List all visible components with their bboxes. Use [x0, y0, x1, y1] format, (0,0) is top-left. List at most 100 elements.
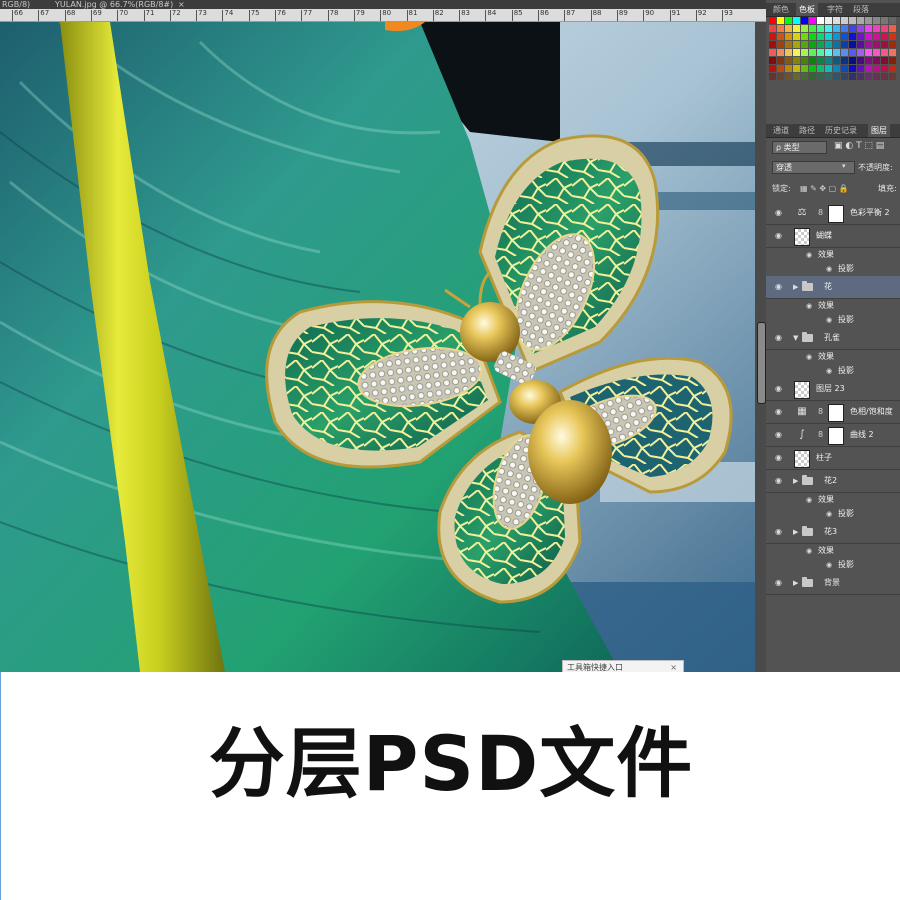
color-swatch[interactable] — [881, 25, 888, 32]
visibility-eye-icon[interactable]: ◉ — [774, 431, 783, 439]
color-swatch[interactable] — [769, 33, 776, 40]
color-swatch[interactable] — [857, 73, 864, 80]
color-swatch[interactable] — [889, 17, 896, 24]
color-swatch[interactable] — [873, 65, 880, 72]
color-swatch[interactable] — [849, 41, 856, 48]
color-swatch[interactable] — [865, 49, 872, 56]
canvas-vertical-scrollbar[interactable] — [755, 22, 766, 672]
visibility-eye-icon[interactable]: ◉ — [774, 579, 783, 587]
effects-eye-icon[interactable]: ◉ — [806, 302, 812, 310]
layer-thumbnail[interactable] — [794, 381, 810, 399]
color-swatch[interactable] — [873, 41, 880, 48]
color-swatch[interactable] — [825, 25, 832, 32]
layer-row[interactable]: ◉ ▶ 花3 — [766, 521, 900, 544]
color-swatch[interactable] — [769, 25, 776, 32]
color-swatch[interactable] — [865, 17, 872, 24]
color-swatch[interactable] — [881, 73, 888, 80]
layer-row[interactable]: ◉ 投影 — [766, 364, 900, 378]
color-swatch[interactable] — [785, 25, 792, 32]
color-swatch[interactable] — [809, 17, 816, 24]
color-swatch[interactable] — [769, 49, 776, 56]
layer-row[interactable]: ◉ 效果 — [766, 350, 900, 364]
color-swatch[interactable] — [849, 65, 856, 72]
color-swatch[interactable] — [857, 65, 864, 72]
color-swatch[interactable] — [841, 73, 848, 80]
color-swatch[interactable] — [801, 41, 808, 48]
color-swatch[interactable] — [881, 41, 888, 48]
effect-eye-icon[interactable]: ◉ — [826, 265, 832, 273]
color-swatch[interactable] — [793, 25, 800, 32]
color-swatch[interactable] — [873, 33, 880, 40]
color-swatch[interactable] — [841, 41, 848, 48]
effect-eye-icon[interactable]: ◉ — [826, 510, 832, 518]
color-swatch[interactable] — [889, 73, 896, 80]
color-swatch[interactable] — [833, 65, 840, 72]
effect-eye-icon[interactable]: ◉ — [826, 561, 832, 569]
visibility-eye-icon[interactable]: ◉ — [774, 477, 783, 485]
effects-eye-icon[interactable]: ◉ — [806, 251, 812, 259]
color-swatch[interactable] — [809, 33, 816, 40]
color-swatch[interactable] — [825, 49, 832, 56]
lock-icons[interactable]: ▦ ✎ ✥ ▢ 🔒 — [800, 183, 849, 194]
layer-row[interactable]: ◉ 效果 — [766, 544, 900, 558]
color-swatch[interactable] — [865, 33, 872, 40]
color-swatch[interactable] — [849, 57, 856, 64]
layer-row[interactable]: ◉ 投影 — [766, 262, 900, 276]
color-swatch[interactable] — [873, 49, 880, 56]
color-swatch[interactable] — [841, 33, 848, 40]
color-swatch[interactable] — [825, 65, 832, 72]
layer-row[interactable]: ◉ ⚖ 8 色彩平衡 2 — [766, 202, 900, 225]
color-swatch[interactable] — [889, 65, 896, 72]
expand-arrow-icon[interactable]: ▶ — [793, 572, 798, 594]
effects-eye-icon[interactable]: ◉ — [806, 353, 812, 361]
color-swatch[interactable] — [873, 17, 880, 24]
effects-eye-icon[interactable]: ◉ — [806, 547, 812, 555]
color-swatch[interactable] — [841, 17, 848, 24]
layer-row[interactable]: ◉ 图层 23 — [766, 378, 900, 401]
layer-mask-thumbnail[interactable] — [828, 404, 844, 422]
color-swatch[interactable] — [833, 49, 840, 56]
layer-row[interactable]: ◉ ∫ 8 曲线 2 — [766, 424, 900, 447]
color-swatch[interactable] — [865, 57, 872, 64]
tab-layers[interactable]: 图层 — [868, 124, 890, 137]
layer-thumbnail[interactable] — [794, 450, 810, 468]
color-swatch[interactable] — [769, 57, 776, 64]
effect-eye-icon[interactable]: ◉ — [826, 316, 832, 324]
layer-row[interactable]: ◉ ▶ 背景 — [766, 572, 900, 595]
tab-color[interactable]: 颜色 — [770, 3, 792, 16]
color-swatch[interactable] — [809, 57, 816, 64]
color-swatch[interactable] — [873, 25, 880, 32]
color-swatch[interactable] — [857, 25, 864, 32]
layer-row[interactable]: ◉ 效果 — [766, 493, 900, 507]
color-swatch[interactable] — [833, 33, 840, 40]
color-swatch[interactable] — [849, 73, 856, 80]
color-swatch[interactable] — [889, 49, 896, 56]
layer-row[interactable]: ◉ 柱子 — [766, 447, 900, 470]
color-swatch[interactable] — [817, 33, 824, 40]
color-swatch[interactable] — [777, 65, 784, 72]
color-swatch[interactable] — [785, 49, 792, 56]
color-swatch[interactable] — [833, 17, 840, 24]
layer-row[interactable]: ◉ ▶ 花2 — [766, 470, 900, 493]
color-swatch[interactable] — [817, 25, 824, 32]
color-swatch[interactable] — [857, 41, 864, 48]
color-swatch[interactable] — [833, 73, 840, 80]
visibility-eye-icon[interactable]: ◉ — [774, 408, 783, 416]
layer-row[interactable]: ◉ ▶ 花 — [766, 276, 900, 299]
color-swatch[interactable] — [801, 33, 808, 40]
color-swatch[interactable] — [801, 65, 808, 72]
color-swatch[interactable] — [785, 57, 792, 64]
color-swatch[interactable] — [801, 25, 808, 32]
color-swatch[interactable] — [801, 17, 808, 24]
color-swatch[interactable] — [809, 49, 816, 56]
color-swatch[interactable] — [841, 65, 848, 72]
color-swatch[interactable] — [881, 65, 888, 72]
color-swatch[interactable] — [849, 25, 856, 32]
color-swatch[interactable] — [801, 73, 808, 80]
layer-row[interactable]: ◉ 效果 — [766, 299, 900, 313]
color-swatch[interactable] — [777, 25, 784, 32]
link-icon[interactable]: 8 — [818, 407, 823, 416]
color-swatch[interactable] — [793, 65, 800, 72]
color-swatch[interactable] — [777, 57, 784, 64]
color-swatch[interactable] — [881, 49, 888, 56]
